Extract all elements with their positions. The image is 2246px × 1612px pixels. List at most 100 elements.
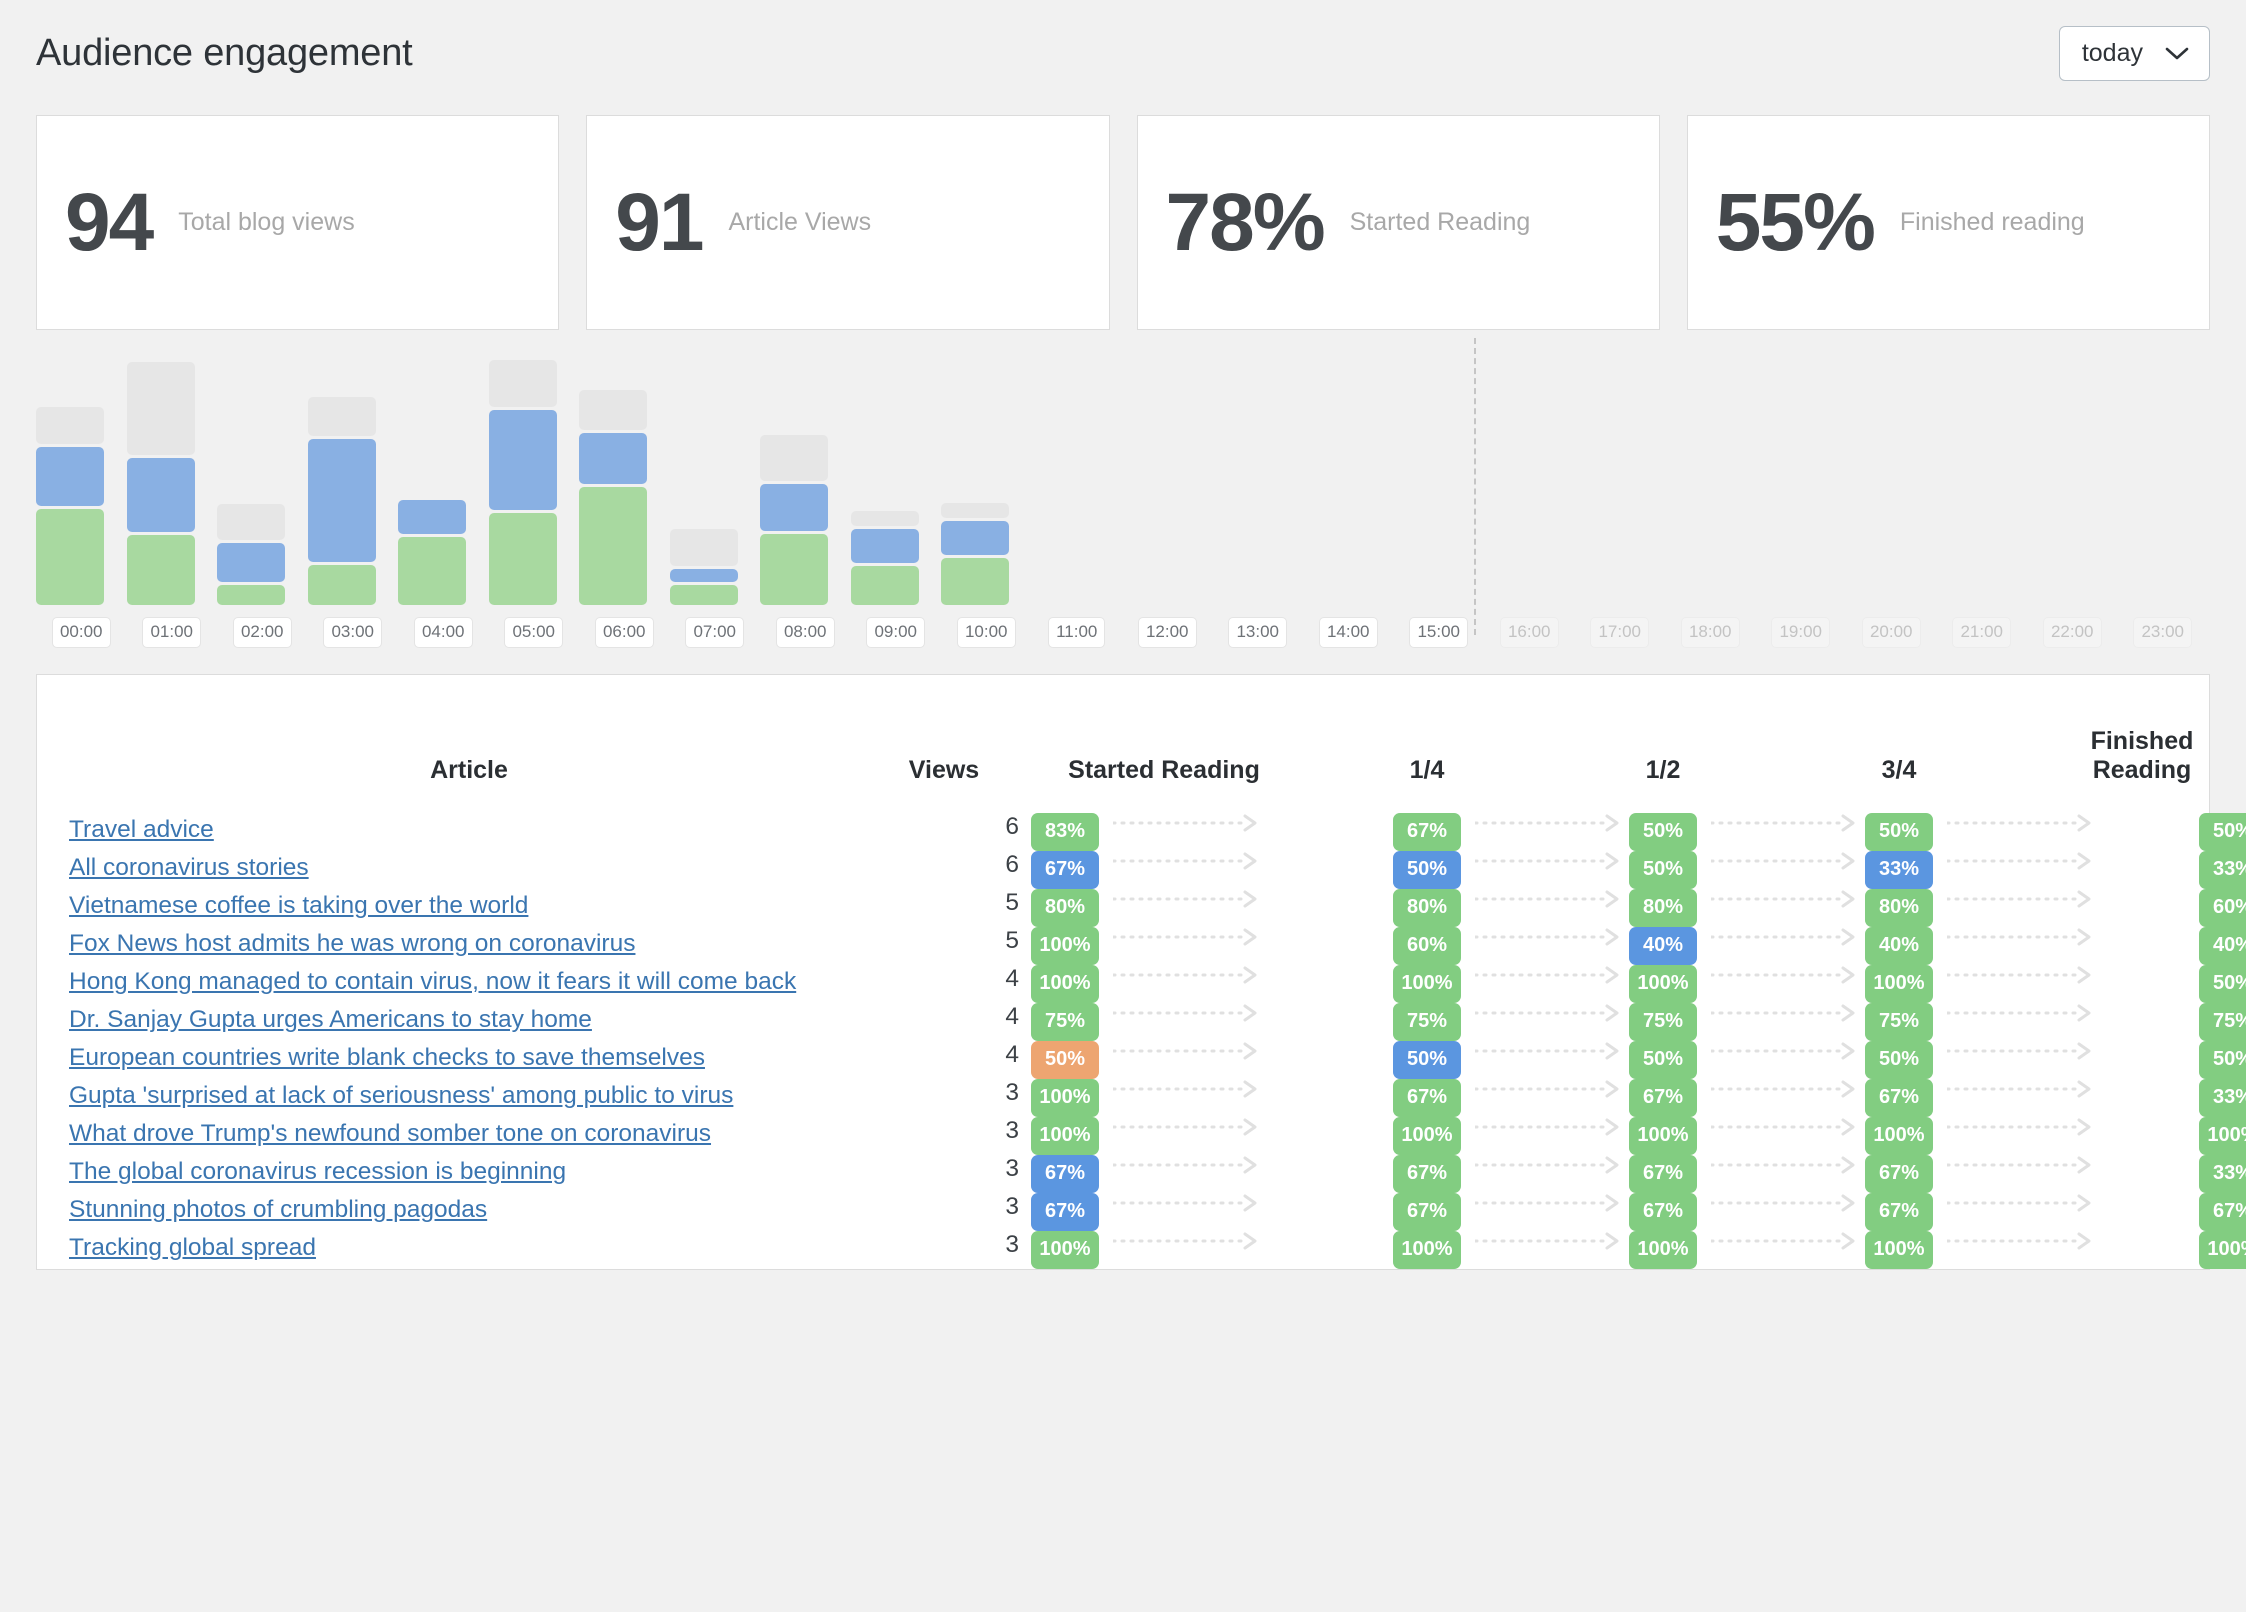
chart-x-tick: 17:00 — [1590, 617, 1650, 648]
step-connector-arrow — [1111, 1004, 1257, 1022]
chart-bar[interactable] — [1665, 360, 1756, 605]
status-badge: 80% — [1629, 889, 1697, 927]
hourly-engagement-chart: 00:00 01:00 02:00 03:00 04:00 05:00 06:00 07:00… — [0, 330, 2246, 650]
step-connector-arrow — [1945, 852, 2091, 870]
column-header-finished-reading: Finished Reading — [2090, 727, 2194, 784]
kpi-card: 78% Started Reading — [1136, 115, 1660, 330]
step-connector-arrow — [1945, 1080, 2091, 1098]
chart-bar[interactable] — [1122, 360, 1213, 605]
page-title: Audience engagement — [36, 31, 413, 74]
chart-bar[interactable] — [1756, 360, 1847, 605]
period-select[interactable]: today — [2058, 26, 2210, 81]
chart-bar[interactable] — [126, 360, 218, 605]
status-badge: 100% — [1031, 1117, 1099, 1155]
chart-bar[interactable] — [1032, 360, 1123, 605]
article-link[interactable]: Tracking global spread — [69, 1234, 316, 1261]
chart-x-tick: 02:00 — [232, 617, 292, 648]
status-badge: 100% — [1031, 965, 1099, 1003]
funnel-step-cell: 100% — [1545, 965, 1855, 1003]
chart-bar[interactable] — [488, 360, 580, 605]
step-connector-arrow — [1945, 1004, 2091, 1022]
status-badge: 75% — [2199, 1003, 2246, 1041]
step-connector-arrow — [1111, 928, 1257, 946]
chart-bar[interactable] — [2027, 360, 2118, 605]
chart-bar-segment-gray — [941, 502, 1009, 519]
status-badge: 67% — [1393, 1193, 1461, 1231]
chart-bar[interactable] — [1846, 360, 1937, 605]
status-badge: 67% — [1629, 1079, 1697, 1117]
chart-bar[interactable] — [1213, 360, 1304, 605]
column-header-half: 1/2 — [1645, 756, 1681, 784]
status-badge: 50% — [2199, 965, 2246, 1003]
article-link[interactable]: Dr. Sanjay Gupta urges Americans to stay… — [69, 1006, 592, 1033]
chart-bar[interactable] — [1937, 360, 2028, 605]
chart-bar-segment-gray — [760, 434, 828, 482]
column-header-three-quarter: 3/4 — [1881, 756, 1917, 784]
article-link[interactable]: All coronavirus stories — [69, 854, 309, 881]
chart-bar-segment-blue — [36, 446, 104, 506]
chart-bar-segment-green — [126, 535, 195, 605]
status-badge: 83% — [1031, 813, 1099, 851]
chart-bar-segment-blue — [579, 433, 647, 485]
step-connector-arrow — [1111, 1042, 1257, 1060]
funnel-step-cell: 80% — [1309, 889, 1619, 927]
chart-x-tick: 05:00 — [504, 617, 564, 648]
column-header-article: Article — [430, 756, 508, 784]
chart-bar[interactable] — [1394, 360, 1485, 605]
funnel-step-cell: 67% — [1781, 1193, 2091, 1231]
chart-x-tick: 22:00 — [2042, 617, 2102, 648]
chart-bar-segment-green — [941, 558, 1009, 605]
status-badge: 67% — [1629, 1193, 1697, 1231]
chart-bar[interactable] — [1484, 360, 1575, 605]
kpi-label: Article Views — [728, 208, 872, 236]
chart-x-axis-ticks: 00:00 01:00 02:00 03:00 04:00 05:00 06:00 07:00… — [36, 617, 2210, 648]
chart-bar[interactable] — [850, 360, 942, 605]
article-cell: All coronavirus stories — [69, 851, 869, 889]
status-badge: 80% — [1031, 889, 1099, 927]
funnel-step-cell: 50% — [1309, 851, 1619, 889]
chart-x-tick: 14:00 — [1318, 617, 1378, 648]
chart-x-tick: 23:00 — [2133, 617, 2193, 648]
chart-bar[interactable] — [307, 360, 399, 605]
chart-bars — [36, 338, 2210, 635]
chart-bar[interactable] — [579, 360, 670, 605]
funnel-step-cell: 50% — [1545, 813, 1855, 851]
status-badge: 100% — [2199, 1117, 2246, 1155]
chart-bar[interactable] — [941, 360, 1032, 605]
article-link[interactable]: Vietnamese coffee is taking over the wor… — [69, 892, 528, 919]
status-badge: 60% — [2199, 889, 2246, 927]
status-badge: 75% — [1629, 1003, 1697, 1041]
status-badge: 80% — [1393, 889, 1461, 927]
step-connector-arrow — [1111, 966, 1257, 984]
chart-bar-segment-green — [760, 533, 828, 605]
article-link[interactable]: Gupta 'surprised at lack of seriousness'… — [69, 1082, 733, 1109]
table-row: Fox News host admits he was wrong on cor… — [69, 927, 2246, 965]
article-link[interactable]: The global coronavirus recession is begi… — [69, 1158, 566, 1185]
article-link[interactable]: Hong Kong managed to contain virus, now … — [69, 968, 796, 995]
chart-bar[interactable] — [760, 360, 851, 605]
article-link[interactable]: What drove Trump's newfound somber tone … — [69, 1120, 711, 1147]
article-link[interactable]: Travel advice — [69, 816, 214, 843]
chart-bar[interactable] — [669, 360, 761, 605]
funnel-step-cell: 50% — [1019, 1041, 1309, 1079]
article-cell: Tracking global spread — [69, 1231, 869, 1269]
article-link[interactable]: Fox News host admits he was wrong on cor… — [69, 930, 635, 957]
funnel-step-cell: 100% — [1781, 1117, 2091, 1155]
chart-bar[interactable] — [36, 360, 127, 605]
chart-bar[interactable] — [1575, 360, 1666, 605]
kpi-label: Started Reading — [1349, 208, 1531, 236]
funnel-step-cell: 80% — [1781, 889, 2091, 927]
chart-bar[interactable] — [1303, 360, 1394, 605]
chart-bar[interactable] — [2118, 360, 2209, 605]
chart-bar-segment-gray — [488, 360, 557, 407]
status-badge: 67% — [1393, 813, 1461, 851]
status-badge: 100% — [1865, 1117, 1933, 1155]
article-link[interactable]: Stunning photos of crumbling pagodas — [69, 1196, 487, 1223]
article-link[interactable]: European countries write blank checks to… — [69, 1044, 705, 1071]
chart-bar-segment-blue — [398, 499, 466, 534]
chart-bar[interactable] — [398, 360, 489, 605]
chart-bar[interactable] — [217, 360, 308, 605]
funnel-step-cell: 75% — [1545, 1003, 1855, 1041]
funnel-step-cell: 100% — [1019, 927, 1309, 965]
chart-x-tick: 04:00 — [413, 617, 473, 648]
